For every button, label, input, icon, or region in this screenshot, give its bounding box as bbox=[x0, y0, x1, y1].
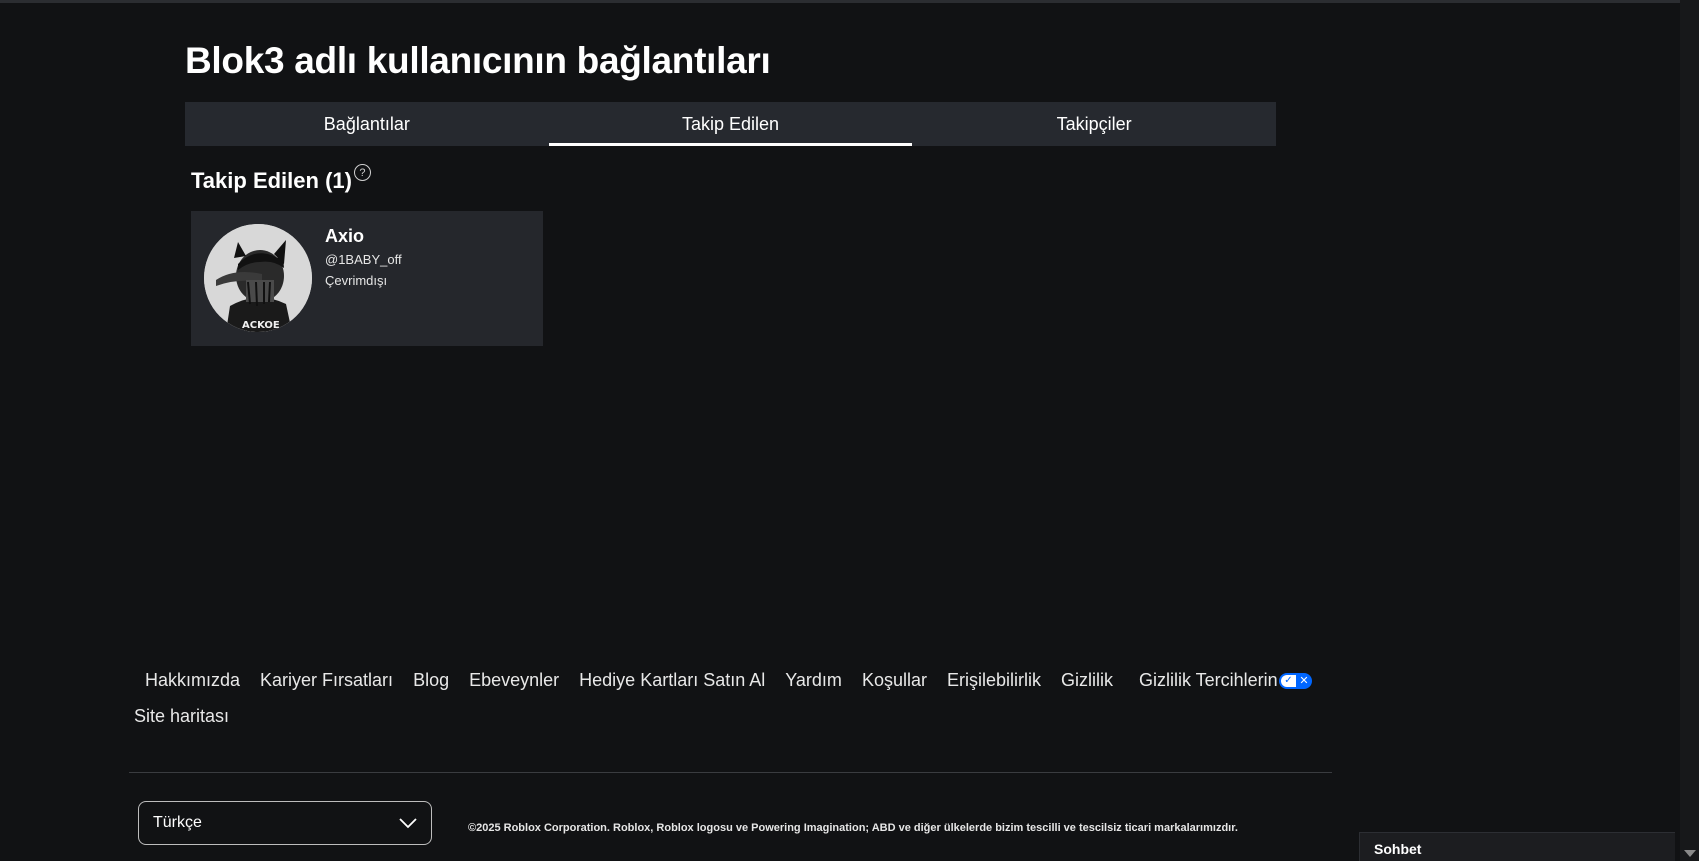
top-border bbox=[0, 0, 1680, 3]
footer-link-privacy[interactable]: Gizlilik bbox=[1061, 670, 1113, 691]
tab-followers[interactable]: Takipçiler bbox=[912, 102, 1276, 146]
scroll-down-arrow-icon[interactable] bbox=[1684, 850, 1696, 857]
scrollbar[interactable] bbox=[1680, 0, 1699, 861]
user-handle: @1BABY_off bbox=[325, 252, 402, 267]
footer-link-sitemap[interactable]: Site haritası bbox=[134, 706, 229, 727]
footer-row: Hakkımızda Kariyer Fırsatları Blog Ebeve… bbox=[135, 668, 1335, 692]
connections-tabs: Bağlantılar Takip Edilen Takipçiler bbox=[185, 102, 1276, 146]
chevron-down-icon bbox=[399, 817, 417, 828]
footer-link-parents[interactable]: Ebeveynler bbox=[469, 670, 559, 691]
chat-tab[interactable]: Sohbet bbox=[1359, 832, 1675, 861]
section-title-text: Takip Edilen (1) bbox=[191, 168, 352, 193]
copyright-text: ©2025 Roblox Corporation. Roblox, Roblox… bbox=[468, 822, 1238, 834]
footer-link-accessibility[interactable]: Erişilebilirlik bbox=[947, 670, 1041, 691]
tab-connections[interactable]: Bağlantılar bbox=[185, 102, 549, 146]
footer-divider bbox=[129, 772, 1332, 773]
help-icon[interactable]: ? bbox=[353, 164, 371, 181]
user-card[interactable]: ACKOE Axio @1BABY_off Çevrimdışı bbox=[191, 211, 543, 346]
section-title: Takip Edilen (1) ? bbox=[191, 164, 371, 194]
privacy-choices-icon: ✓ ✕ bbox=[1278, 672, 1312, 689]
language-select-value: Türkçe bbox=[153, 814, 202, 831]
footer-link-help[interactable]: Yardım bbox=[785, 670, 842, 691]
svg-text:ACKOE: ACKOE bbox=[242, 320, 280, 331]
footer-row-2: Site haritası bbox=[134, 704, 239, 728]
footer-link-blog[interactable]: Blog bbox=[413, 670, 449, 691]
user-display-name[interactable]: Axio bbox=[325, 226, 364, 247]
footer-links: Hakkımızda Kariyer Fırsatları Blog Ebeve… bbox=[134, 668, 1335, 726]
footer-link-careers[interactable]: Kariyer Fırsatları bbox=[260, 670, 393, 691]
user-status: Çevrimdışı bbox=[325, 273, 388, 288]
avatar-image: ACKOE bbox=[204, 224, 312, 332]
user-avatar[interactable]: ACKOE bbox=[204, 224, 312, 332]
language-select[interactable]: Türkçe bbox=[138, 801, 432, 845]
footer-link-terms[interactable]: Koşullar bbox=[862, 670, 927, 691]
footer-link-privacy-preferences[interactable]: Gizlilik Tercihlerin ✓ ✕ bbox=[1139, 670, 1312, 691]
tab-following[interactable]: Takip Edilen bbox=[548, 102, 913, 146]
footer-link-gift-cards[interactable]: Hediye Kartları Satın Al bbox=[579, 670, 765, 691]
page-title: Blok3 adlı kullanıcının bağlantıları bbox=[185, 40, 771, 81]
footer-link-about[interactable]: Hakkımızda bbox=[145, 670, 240, 691]
privacy-preferences-label: Gizlilik Tercihlerin bbox=[1138, 669, 1278, 690]
